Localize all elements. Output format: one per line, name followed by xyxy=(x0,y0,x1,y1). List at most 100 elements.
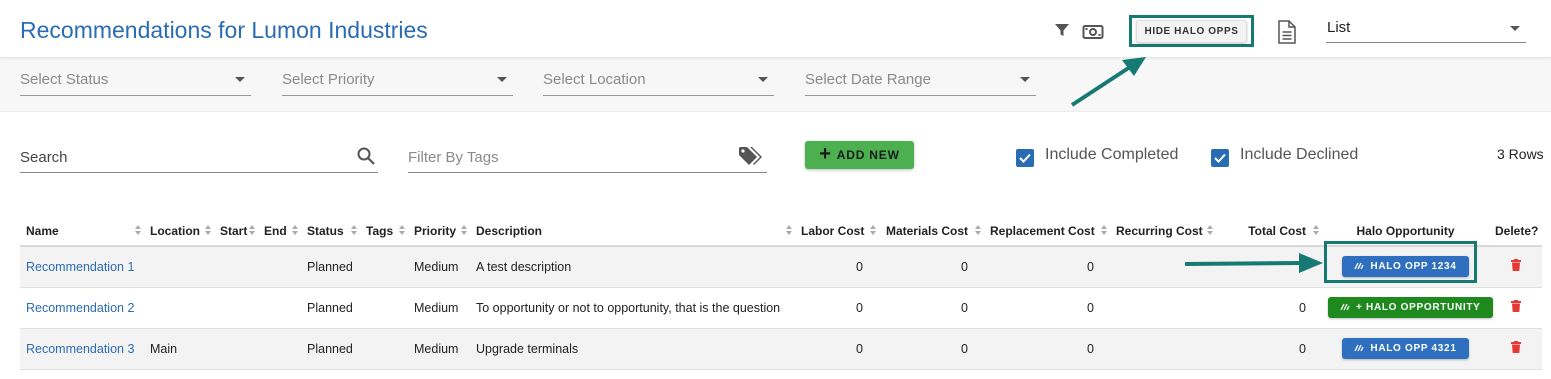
cell-replacement-cost: 0 xyxy=(984,328,1110,370)
halo-opp-button[interactable]: HALO OPP 4321 xyxy=(1342,338,1469,359)
add-halo-opportunity-button[interactable]: + HALO OPPORTUNITY xyxy=(1328,297,1493,318)
priority-select[interactable]: Select Priority xyxy=(282,66,513,96)
status-select[interactable]: Select Status xyxy=(20,66,251,96)
page-title: Recommendations for Lumon Industries xyxy=(20,17,428,43)
sort-icon xyxy=(249,225,255,237)
sort-icon xyxy=(870,225,876,237)
include-completed-toggle[interactable]: Include Completed xyxy=(1016,143,1178,167)
cell-end xyxy=(258,328,301,370)
cell-labor-cost: 0 xyxy=(795,287,879,329)
cell-description: A test description xyxy=(470,246,795,288)
chevron-down-icon xyxy=(497,77,507,82)
column-header-replacement-cost[interactable]: Replacement Cost xyxy=(984,217,1110,247)
column-header-materials-cost[interactable]: Materials Cost xyxy=(879,217,984,247)
chevron-down-icon xyxy=(1020,77,1030,82)
cell-materials-cost: 0 xyxy=(879,287,984,329)
cell-delete xyxy=(1489,328,1542,370)
cell-end xyxy=(258,246,301,288)
sort-icon xyxy=(351,225,357,237)
sort-icon xyxy=(461,225,467,237)
cell-location: Main xyxy=(144,328,214,370)
include-declined-checkbox[interactable] xyxy=(1211,149,1229,167)
document-icon[interactable] xyxy=(1276,20,1298,44)
money-icon[interactable] xyxy=(1082,21,1104,43)
callout-arrow-icon xyxy=(1070,57,1146,107)
table-row: Recommendation 3 Main Planned Medium Upg… xyxy=(20,328,1542,370)
sort-icon xyxy=(292,225,298,237)
include-completed-label: Include Completed xyxy=(1045,146,1179,163)
view-select[interactable]: List xyxy=(1326,16,1526,43)
add-new-button[interactable]: + ADD NEW xyxy=(805,141,914,169)
hide-halo-opps-button[interactable]: HIDE HALO OPPS xyxy=(1135,19,1248,43)
cell-replacement-cost: 0 xyxy=(984,287,1110,329)
recommendation-link[interactable]: Recommendation 2 xyxy=(20,287,144,329)
cell-start xyxy=(214,328,258,370)
trash-icon[interactable] xyxy=(1510,259,1521,274)
recommendations-table: Name Location Start End Status Tags Prio… xyxy=(20,217,1542,370)
cell-recurring-cost xyxy=(1110,287,1216,329)
title-bar: Recommendations for Lumon Industries HID… xyxy=(0,0,1551,58)
sort-icon xyxy=(205,225,211,237)
halo-opp-label: HALO OPP 4321 xyxy=(1370,343,1457,354)
add-new-label: ADD NEW xyxy=(836,148,900,162)
recommendation-link[interactable]: Recommendation 3 xyxy=(20,328,144,370)
date-range-select[interactable]: Select Date Range xyxy=(805,66,1036,96)
include-declined-toggle[interactable]: Include Declined xyxy=(1211,143,1358,167)
halo-icon xyxy=(1354,343,1364,355)
column-header-location[interactable]: Location xyxy=(144,217,214,247)
search-placeholder: Search xyxy=(20,149,68,166)
status-select-placeholder: Select Status xyxy=(20,71,109,88)
cell-delete xyxy=(1489,246,1542,288)
sort-icon xyxy=(1207,225,1213,237)
column-header-end[interactable]: End xyxy=(258,217,301,247)
cell-start xyxy=(214,287,258,329)
cell-description: To opportunity or not to opportunity, th… xyxy=(470,287,795,329)
filter-icon[interactable] xyxy=(1051,19,1073,41)
trash-icon[interactable] xyxy=(1510,341,1521,356)
cell-status: Planned xyxy=(301,328,360,370)
cell-replacement-cost: 0 xyxy=(984,246,1110,288)
location-select[interactable]: Select Location xyxy=(543,66,774,96)
column-header-priority[interactable]: Priority xyxy=(408,217,470,247)
column-header-description[interactable]: Description xyxy=(470,217,795,247)
trash-icon[interactable] xyxy=(1510,300,1521,315)
sort-icon xyxy=(135,225,141,237)
cell-description: Upgrade terminals xyxy=(470,328,795,370)
cell-status: Planned xyxy=(301,287,360,329)
column-header-start[interactable]: Start xyxy=(214,217,258,247)
include-completed-checkbox[interactable] xyxy=(1016,149,1034,167)
cell-labor-cost: 0 xyxy=(795,246,879,288)
sort-icon xyxy=(786,225,792,237)
view-select-value: List xyxy=(1327,19,1351,36)
column-header-total-cost[interactable]: Total Cost xyxy=(1216,217,1322,247)
sort-icon xyxy=(1313,225,1319,237)
cell-recurring-cost xyxy=(1110,328,1216,370)
halo-icon xyxy=(1340,302,1350,314)
priority-select-placeholder: Select Priority xyxy=(282,71,375,88)
table-header-row: Name Location Start End Status Tags Prio… xyxy=(20,217,1542,247)
sort-icon xyxy=(1101,225,1107,237)
cell-delete xyxy=(1489,287,1542,329)
cell-materials-cost: 0 xyxy=(879,328,984,370)
cell-materials-cost: 0 xyxy=(879,246,984,288)
cell-tags xyxy=(360,328,408,370)
tags-filter-input[interactable]: Filter By Tags xyxy=(408,140,767,173)
column-header-recurring-cost[interactable]: Recurring Cost xyxy=(1110,217,1216,247)
add-halo-opportunity-label: + HALO OPPORTUNITY xyxy=(1356,302,1481,313)
tags-icon xyxy=(737,145,765,172)
cell-tags xyxy=(360,246,408,288)
cell-location xyxy=(144,246,214,288)
column-header-status[interactable]: Status xyxy=(301,217,360,247)
halo-opp-callout xyxy=(1324,241,1477,283)
column-header-tags[interactable]: Tags xyxy=(360,217,408,247)
cell-priority: Medium xyxy=(408,287,470,329)
table-row: Recommendation 2 Planned Medium To oppor… xyxy=(20,287,1542,329)
column-header-name[interactable]: Name xyxy=(20,217,144,247)
recommendation-link[interactable]: Recommendation 1 xyxy=(20,246,144,288)
cell-tags xyxy=(360,287,408,329)
cell-total-cost: 0 xyxy=(1216,287,1322,329)
cell-priority: Medium xyxy=(408,246,470,288)
search-input[interactable]: Search xyxy=(20,140,378,173)
date-range-select-placeholder: Select Date Range xyxy=(805,71,931,88)
column-header-labor-cost[interactable]: Labor Cost xyxy=(795,217,879,247)
